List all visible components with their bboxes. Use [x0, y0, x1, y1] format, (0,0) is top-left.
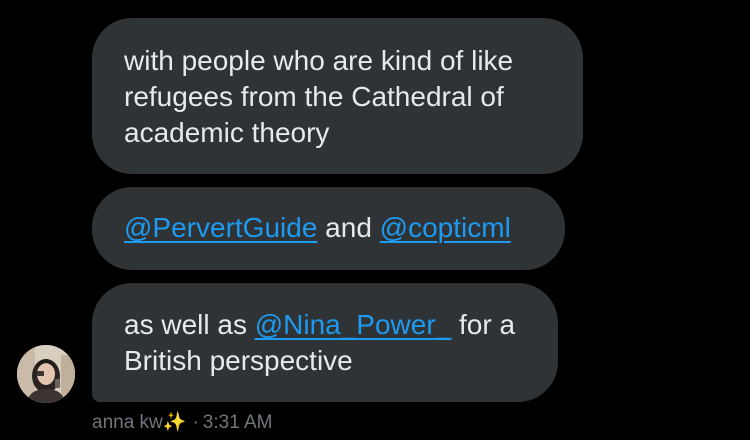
- message-bubble[interactable]: with people who are kind of like refugee…: [92, 18, 583, 174]
- timestamp: 3:31 AM: [202, 412, 273, 433]
- avatar-photo: [17, 345, 75, 403]
- mention-link[interactable]: @copticml: [380, 212, 511, 243]
- message-text: and: [317, 212, 380, 243]
- avatar[interactable]: [17, 345, 75, 403]
- message-text: as well as: [124, 309, 255, 340]
- message-bubble[interactable]: as well as @Nina_Power_ for a British pe…: [92, 283, 558, 402]
- meta-separator: ·: [192, 412, 199, 433]
- message-meta: anna kw✨ · 3:31 AM: [92, 410, 273, 436]
- mention-link[interactable]: @Nina_Power_: [255, 309, 452, 340]
- dm-conversation: with people who are kind of like refugee…: [0, 0, 750, 440]
- sender-name: anna kw: [92, 412, 163, 433]
- sparkles-icon: ✨: [162, 412, 187, 433]
- mention-link[interactable]: @PervertGuide: [124, 212, 317, 243]
- message-bubble[interactable]: @PervertGuide and @copticml: [92, 187, 565, 270]
- message-text: with people who are kind of like refugee…: [124, 45, 514, 148]
